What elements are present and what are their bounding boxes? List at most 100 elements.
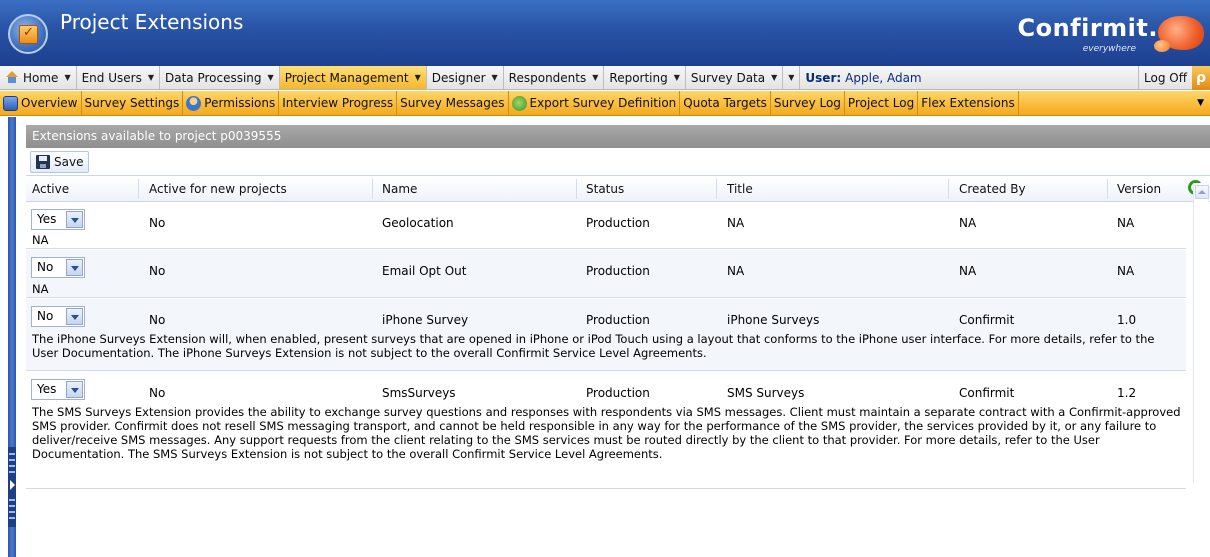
submenu-overview[interactable]: Overview — [0, 91, 82, 115]
submenu-export-survey-definition[interactable]: Export Survey Definition — [509, 91, 681, 115]
brand-tagline: everywhere — [1082, 44, 1136, 54]
table-row: No No iPhone Survey Production iPhone Su… — [26, 299, 1186, 371]
active-select[interactable]: Yes — [31, 379, 85, 400]
menu-label: Data Processing — [164, 70, 262, 85]
caret-down-icon: ▼ — [147, 73, 154, 82]
menu-end-users[interactable]: End Users ▼ — [77, 66, 160, 89]
overview-icon — [3, 95, 18, 111]
submenu-label: Interview Progress — [282, 96, 394, 110]
dropdown-arrow-icon[interactable] — [66, 211, 83, 228]
extensions-panel: Extensions available to project p0039555… — [26, 125, 1210, 557]
active-value: No — [37, 309, 54, 323]
sub-menu: Overview Survey Settings Permissions Int… — [0, 91, 1210, 116]
description-cell: The SMS Surveys Extension provides the a… — [32, 405, 1181, 461]
col-active-new[interactable]: Active for new projects — [149, 182, 287, 196]
logoff-key-icon[interactable]: ρ — [1192, 66, 1210, 90]
col-created-by[interactable]: Created By — [959, 182, 1026, 196]
submenu-project-log[interactable]: Project Log — [845, 91, 919, 115]
left-rail — [0, 117, 26, 557]
panel-header: Extensions available to project p0039555 — [26, 125, 1210, 148]
expand-arrow-icon[interactable] — [10, 480, 15, 490]
vertical-scrollbar[interactable] — [1193, 183, 1209, 483]
dropdown-arrow-icon[interactable] — [66, 259, 83, 276]
caret-down-icon: ▼ — [64, 73, 71, 82]
submenu-label: Survey Log — [773, 96, 841, 110]
menu-label: End Users — [81, 70, 142, 85]
caret-down-icon: ▼ — [788, 73, 795, 82]
submenu-label: Quota Targets — [683, 96, 767, 110]
title-cell: NA — [727, 264, 745, 278]
name-cell: Geolocation — [382, 216, 454, 230]
version-cell: NA — [1117, 264, 1135, 278]
status-cell: Production — [586, 264, 650, 278]
submenu-label: Export Survey Definition — [529, 96, 677, 110]
menu-label: Survey Data — [690, 70, 766, 85]
submenu-survey-messages[interactable]: Survey Messages — [397, 91, 509, 115]
active-new-cell: No — [149, 264, 166, 278]
created-by-cell: NA — [959, 216, 977, 230]
submenu-survey-log[interactable]: Survey Log — [771, 91, 845, 115]
user-label: User: — [805, 70, 842, 85]
col-version[interactable]: Version — [1117, 182, 1161, 196]
menu-home[interactable]: Home ▼ — [0, 66, 77, 89]
col-active[interactable]: Active — [32, 182, 69, 196]
menu-survey-data[interactable]: Survey Data ▼ — [686, 66, 784, 89]
active-select[interactable]: No — [31, 257, 85, 278]
submenu-interview-progress[interactable]: Interview Progress — [279, 91, 398, 115]
menu-label: Designer — [431, 70, 486, 85]
app-title: Project Extensions — [60, 10, 244, 34]
table-row: Yes No Geolocation Production NA NA NA N… — [26, 202, 1186, 249]
created-by-cell: Confirmit — [959, 386, 1015, 400]
scroll-up-icon[interactable] — [1195, 185, 1209, 199]
name-cell: SmsSurveys — [382, 386, 456, 400]
created-by-cell: Confirmit — [959, 313, 1015, 327]
menu-reporting[interactable]: Reporting ▼ — [604, 66, 686, 89]
active-new-cell: No — [149, 386, 166, 400]
description-cell: NA — [32, 282, 49, 296]
active-select[interactable]: Yes — [31, 209, 85, 230]
menu-respondents[interactable]: Respondents ▼ — [504, 66, 605, 89]
col-name[interactable]: Name — [382, 182, 417, 196]
user-name: Apple, Adam — [845, 70, 922, 85]
caret-down-icon: ▼ — [491, 73, 498, 82]
active-new-cell: No — [149, 313, 166, 327]
submenu-permissions[interactable]: Permissions — [183, 91, 280, 115]
submenu-overflow-icon[interactable]: ▼ — [1191, 91, 1210, 115]
submenu-flex-extensions[interactable]: Flex Extensions — [918, 91, 1019, 115]
col-title[interactable]: Title — [727, 182, 753, 196]
dropdown-arrow-icon[interactable] — [66, 381, 83, 398]
permissions-icon — [186, 95, 202, 111]
description-cell: NA — [32, 233, 49, 247]
user-info: User: Apple, Adam — [800, 66, 926, 89]
name-cell: iPhone Survey — [382, 313, 469, 327]
title-cell: SMS Surveys — [727, 386, 805, 400]
description-cell: The iPhone Surveys Extension will, when … — [32, 332, 1155, 360]
active-value: No — [37, 260, 54, 274]
panel-toolbar: Save — [26, 148, 1210, 176]
menu-more[interactable]: ▼ — [783, 66, 801, 89]
title-bar: Project Extensions Confirmit. everywhere — [0, 0, 1210, 66]
submenu-quota-targets[interactable]: Quota Targets — [680, 91, 771, 115]
table-row: Yes No SmsSurveys Production SMS Surveys… — [26, 372, 1186, 489]
active-value: Yes — [37, 212, 57, 226]
submenu-survey-settings[interactable]: Survey Settings — [82, 91, 184, 115]
version-cell: NA — [1117, 216, 1135, 230]
status-cell: Production — [586, 386, 650, 400]
active-select[interactable]: No — [31, 306, 85, 327]
caret-down-icon: ▼ — [673, 73, 680, 82]
menu-designer[interactable]: Designer ▼ — [427, 66, 504, 89]
brand-logo: Confirmit. — [1017, 14, 1158, 42]
status-cell: Production — [586, 216, 650, 230]
main-menu: Home ▼ End Users ▼ Data Processing ▼ Projec… — [0, 66, 1210, 90]
save-disk-icon — [36, 154, 50, 169]
brand-bubble-small-icon — [1154, 40, 1170, 52]
submenu-label: Project Log — [847, 96, 915, 110]
logoff-link[interactable]: Log Off — [1138, 66, 1192, 89]
col-status[interactable]: Status — [586, 182, 624, 196]
menu-project-management[interactable]: Project Management ▼ — [279, 66, 427, 89]
dropdown-arrow-icon[interactable] — [66, 308, 83, 325]
save-button[interactable]: Save — [30, 150, 90, 173]
submenu-label: Overview — [21, 96, 78, 110]
menu-data-processing[interactable]: Data Processing ▼ — [160, 66, 280, 89]
menu-label: Project Management — [284, 70, 409, 85]
